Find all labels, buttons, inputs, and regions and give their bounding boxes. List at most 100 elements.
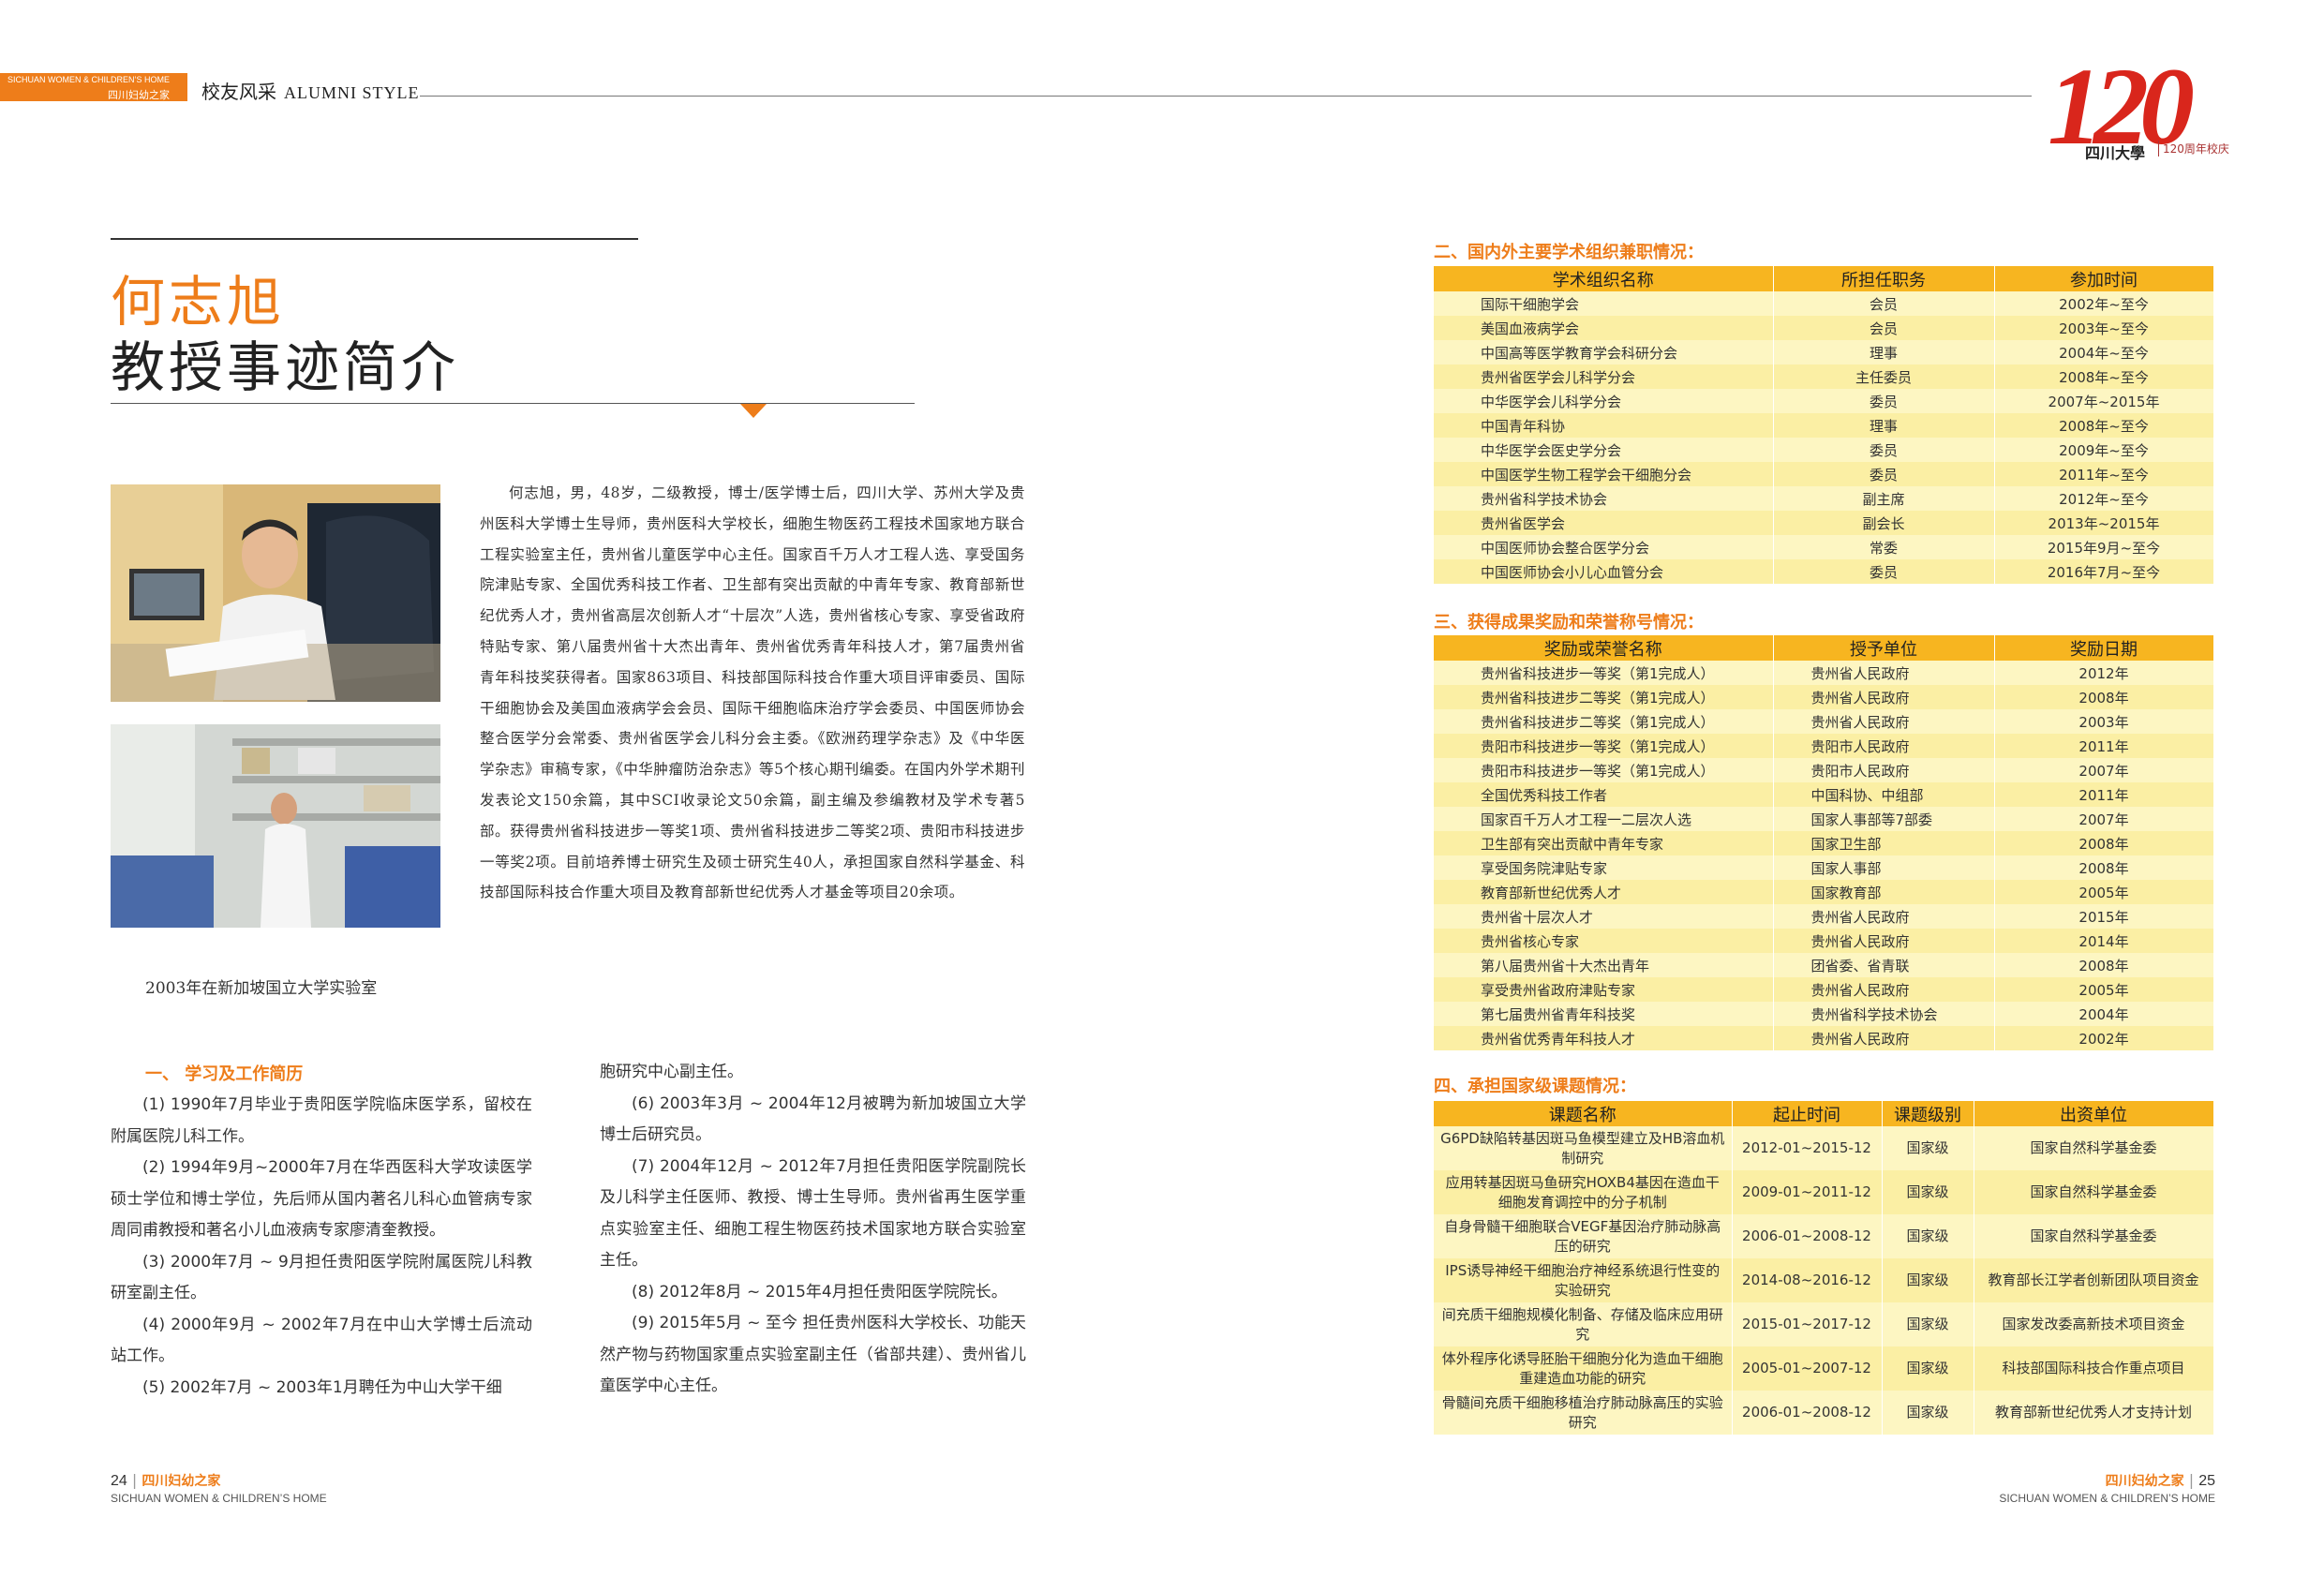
table-row: 体外程序化诱导胚胎干细胞分化为造血干细胞重建造血功能的研究 2005-01~200… [1434,1346,2214,1391]
table-row: 骨髓间充质干细胞移植治疗肺动脉高压的实验研究 2006-01~2008-12 国家级… [1434,1391,2214,1435]
table-cell: 中国医师协会小儿心血管分会 [1434,559,1774,584]
table-cell: 2011年 [1994,734,2214,758]
table-cell: 国家百千万人才工程一二层次人选 [1434,807,1774,831]
table-cell: 2009年~至今 [1994,438,2214,462]
table-cell: 贵州省人民政府 [1773,709,1995,734]
table-cell: 2015-01~2017-12 [1732,1302,1883,1346]
table-row: 享受国务院津贴专家 国家人事部 2008年 [1434,855,2214,880]
office-photo [111,484,440,702]
logo-anniversary: 120周年校庆 [2158,141,2229,156]
table-cell: 中华医学会医史学分会 [1434,438,1774,462]
table-header: 出资单位 [1974,1101,2214,1126]
resume-item: (1) 1990年7月毕业于贵阳医学院临床医学系，留校在附属医院儿科工作。 [111,1095,532,1146]
table-cell: IPS诱导神经干细胞治疗神经系统退行性变的实验研究 [1434,1258,1733,1302]
table-cell: 贵州省医学会 [1434,511,1774,535]
page-number-right: 25 [2198,1473,2215,1489]
table-cell: 国家级 [1882,1302,1974,1346]
table-row: 中国高等医学教育学会科研分会 理事 2004年~至今 [1434,340,2214,364]
table-cell: 理事 [1773,340,1995,364]
table-row: 享受贵州省政府津贴专家 贵州省人民政府 2005年 [1434,977,2214,1002]
table-cell: 主任委员 [1773,364,1995,389]
resume-right-column: 胞研究中心副主任。 (6) 2003年3月 ~ 2004年12月被聘为新加坡国立… [600,1057,1026,1403]
table-cell: 自身骨髓干细胞联合VEGF基因治疗肺动脉高压的研究 [1434,1214,1733,1258]
table-cell: 2007年 [1994,807,2214,831]
table-cell: 副主席 [1773,486,1995,511]
table-cell: 贵州省人民政府 [1773,929,1995,953]
table-cell: 国家发改委高新技术项目资金 [1974,1302,2214,1346]
table-header: 课题名称 [1434,1101,1733,1126]
table-row: 贵州省核心专家 贵州省人民政府 2014年 [1434,929,2214,953]
table-cell: 2003年~至今 [1994,316,2214,340]
table-header: 学术组织名称 [1434,266,1774,291]
table-row: 间充质干细胞规模化制备、存储及临床应用研究 2015-01~2017-12 国家级国… [1434,1302,2214,1346]
table-cell: 团省委、省青联 [1773,953,1995,977]
table-cell: 副会长 [1773,511,1995,535]
table-row: G6PD缺陷转基因斑马鱼模型建立及HB溶血机制研究 2012-01~2015-12… [1434,1126,2214,1170]
table-row: IPS诱导神经干细胞治疗神经系统退行性变的实验研究 2014-08~2016-12… [1434,1258,2214,1302]
table-row: 第八届贵州省十大杰出青年 团省委、省青联 2008年 [1434,953,2214,977]
table-row: 贵州省科技进步二等奖（第1完成人） 贵州省人民政府 2008年 [1434,685,2214,709]
table-cell: 2004年 [1994,1002,2214,1026]
table-cell: 贵阳市科技进步一等奖（第1完成人） [1434,758,1774,782]
table-cell: 贵州省人民政府 [1773,977,1995,1002]
table-row: 全国优秀科技工作者 中国科协、中组部 2011年 [1434,782,2214,807]
footer-magazine-right: 四川妇幼之家 [2105,1474,2184,1489]
organizations-table: 学术组织名称 所担任职务 参加时间 国际干细胞学会 会员 2002年~至今 美国血液病… [1434,266,2214,584]
table-cell: 国家自然科学基金委 [1974,1170,2214,1214]
table-row: 贵州省优秀青年科技人才 贵州省人民政府 2002年 [1434,1026,2214,1050]
table-header: 奖励或荣誉名称 [1434,635,1774,661]
table-cell: 2011年 [1994,782,2214,807]
anniversary-logo: 120 四川大學 120周年校庆 [2048,52,2229,169]
table-header: 起止时间 [1732,1101,1883,1126]
resume-item: (7) 2004年12月 ~ 2012年7月担任贵阳医学院副院长及儿科学主任医师… [600,1156,1026,1271]
table-cell: 科技部国际科技合作重点项目 [1974,1346,2214,1391]
lab-photo [111,724,440,928]
table-cell: 贵州省科技进步二等奖（第1完成人） [1434,685,1774,709]
section-label: 校友风采 ALUMNI STYLE [201,77,420,104]
table-cell: 贵州省优秀青年科技人才 [1434,1026,1774,1050]
table-header: 所担任职务 [1773,266,1995,291]
resume-item: (2) 1994年9月~2000年7月在华西医科大学攻读医学硕士学位和博士学位，… [111,1158,532,1240]
table-cell: 中国医学生物工程学会干细胞分会 [1434,462,1774,486]
resume-item: (4) 2000年9月 ~ 2002年7月在中山大学博士后流动站工作。 [111,1315,532,1366]
table-row: 中华医学会医史学分会 委员 2009年~至今 [1434,438,2214,462]
footer-magazine-left: 四川妇幼之家 [142,1474,221,1489]
table-row: 贵州省医学会儿科学分会 主任委员 2008年~至今 [1434,364,2214,389]
table-cell: 教育部新世纪优秀人才支持计划 [1974,1391,2214,1435]
photo-caption: 2003年在新加坡国立大学实验室 [145,979,378,998]
table-cell: 国家人事部等7部委 [1773,807,1995,831]
title-bottom-rule [111,403,915,404]
section-label-en: ALUMNI STYLE [284,83,420,102]
table-cell: 国家级 [1882,1346,1974,1391]
resume-item: (3) 2000年7月 ~ 9月担任贵阳医学院附属医院儿科教研室副主任。 [111,1252,532,1303]
table-cell: 国家卫生部 [1773,831,1995,855]
footer-right: 四川妇幼之家 | 25 SICHUAN WOMEN & CHILDREN’S H… [1865,1471,2215,1505]
table-cell: 委员 [1773,389,1995,413]
table-cell: 贵州省十层次人才 [1434,904,1774,929]
resume-item: (9) 2015年5月 ~ 至今 担任贵州医科大学校长、功能天然产物与药物国家重… [600,1314,1026,1395]
table-cell: 2015年 [1994,904,2214,929]
table-cell: 国家级 [1882,1391,1974,1435]
table-cell: 贵阳市科技进步一等奖（第1完成人） [1434,734,1774,758]
awards-table: 奖励或荣誉名称 授予单位 奖励日期 贵州省科技进步一等奖（第1完成人） 贵州省人民… [1434,635,2214,1050]
table-cell: 贵阳市人民政府 [1773,734,1995,758]
table-cell: 2008年~至今 [1994,364,2214,389]
table-cell: 国家级 [1882,1258,1974,1302]
section4-heading: 四、承担国家级课题情况： [1434,1077,1636,1096]
table-cell: 国家级 [1882,1126,1974,1170]
table-cell: 2008年 [1994,831,2214,855]
table-cell: 2002年 [1994,1026,2214,1050]
table-cell: 间充质干细胞规模化制备、存储及临床应用研究 [1434,1302,1733,1346]
table-cell: 国家人事部 [1773,855,1995,880]
table-cell: 应用转基因斑马鱼研究HOXB4基因在造血干细胞发育调控中的分子机制 [1434,1170,1733,1214]
table-cell: 享受贵州省政府津贴专家 [1434,977,1774,1002]
table-cell: 骨髓间充质干细胞移植治疗肺动脉高压的实验研究 [1434,1391,1733,1435]
table-cell: 常委 [1773,535,1995,559]
table-cell: 教育部长江学者创新团队项目资金 [1974,1258,2214,1302]
table-cell: 2016年7月~至今 [1994,559,2214,584]
table-cell: 国家教育部 [1773,880,1995,904]
table-cell: 2006-01~2008-12 [1732,1391,1883,1435]
logo-university: 四川大學 [2085,144,2146,162]
table-header: 奖励日期 [1994,635,2214,661]
header-rule [420,96,2032,97]
